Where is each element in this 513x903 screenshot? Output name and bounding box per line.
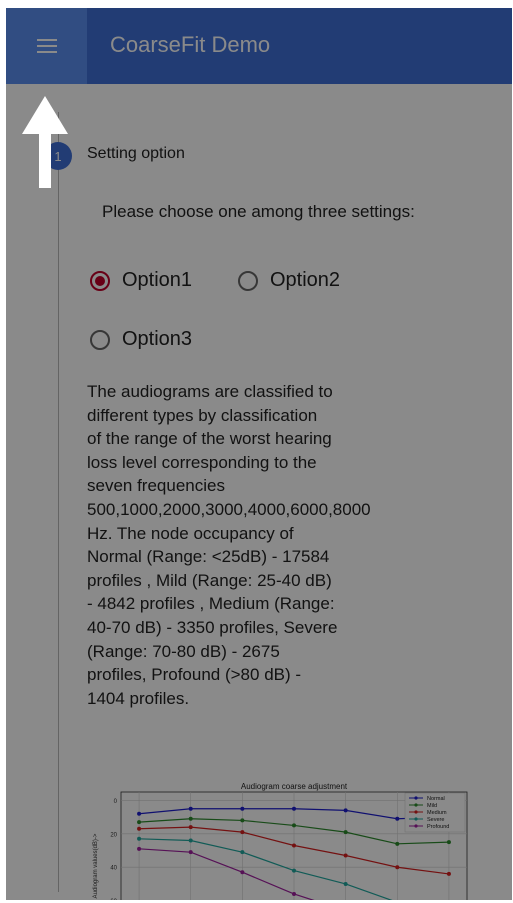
description-line: of the range of the worst hearing: [87, 429, 332, 449]
data-point-mild: [446, 840, 451, 845]
app-title: CoarseFit Demo: [110, 32, 271, 57]
data-point-normal: [188, 806, 193, 811]
data-point-severe: [292, 868, 296, 873]
data-point-mild: [240, 818, 245, 823]
audiogram-chart-svg: Audiogram coarse adjustment 0 20 40 60 Audiog…: [93, 782, 468, 900]
legend-marker: [414, 824, 418, 828]
y-tick-label: 40: [110, 866, 117, 872]
legend-marker: [414, 810, 418, 814]
description-line: profiles , Mild (Range: 25-40 dB): [87, 570, 332, 590]
data-point-profound: [240, 870, 245, 875]
legend-marker: [414, 803, 418, 807]
data-point-profound: [137, 846, 142, 851]
y-tick-label: 0: [114, 799, 118, 805]
legend-marker: [414, 817, 418, 821]
data-point-severe: [137, 836, 142, 841]
radio-option3[interactable]: Option3: [90, 328, 192, 351]
data-point-medium: [343, 853, 348, 858]
radio-option2[interactable]: Option2: [238, 269, 340, 292]
data-point-profound: [292, 891, 296, 896]
description-line: Normal (Range: <25dB) - 17584: [87, 547, 330, 567]
radio-unchecked-icon[interactable]: [90, 329, 110, 350]
audiogram-chart: Audiogram coarse adjustment 0 20 40 60 Audiog…: [87, 780, 475, 900]
radio-option1[interactable]: Option1: [90, 269, 192, 292]
data-point-medium: [137, 826, 142, 831]
description-line: seven frequencies: [87, 476, 225, 496]
description-line: 1404 profiles.: [87, 688, 190, 708]
radio-unchecked-icon[interactable]: [238, 270, 258, 291]
description-line: - 4842 profiles , Medium (Range:: [87, 594, 335, 614]
data-point-mild: [395, 841, 400, 846]
data-point-medium: [395, 865, 400, 870]
y-tick-label: 60: [110, 899, 117, 900]
data-point-medium: [446, 871, 451, 876]
legend-label: Normal: [427, 796, 445, 802]
data-point-normal: [137, 811, 142, 816]
description-line: loss level corresponding to the: [87, 452, 317, 472]
menu-button[interactable]: [6, 8, 87, 84]
legend-label: Profound: [427, 824, 449, 830]
description-line: 500,1000,2000,3000,4000,6000,8000: [87, 499, 371, 519]
app-bar: CoarseFit Demo: [6, 8, 512, 84]
description-line: The audiograms are classified to: [87, 382, 333, 401]
app-frame: CoarseFit Demo 1 Setting option Please c…: [6, 8, 512, 900]
data-point-mild: [292, 823, 296, 828]
radio-label[interactable]: Option2: [270, 269, 340, 292]
legend-label: Mild: [427, 803, 437, 809]
radio-label[interactable]: Option1: [122, 269, 192, 292]
description-line: 40-70 dB) - 3350 profiles, Severe: [87, 617, 338, 637]
hamburger-menu-icon: [36, 39, 57, 53]
data-point-mild: [343, 830, 348, 835]
data-point-profound: [188, 850, 193, 855]
description-line: profiles, Profound (>80 dB) -: [87, 665, 302, 685]
y-tick-label: 20: [110, 832, 117, 838]
legend-label: Medium: [427, 810, 447, 816]
data-point-severe: [343, 881, 348, 886]
data-point-medium: [188, 825, 193, 830]
data-point-medium: [292, 843, 296, 848]
legend-marker: [414, 796, 418, 800]
data-point-normal: [292, 806, 296, 811]
description-line: (Range: 70-80 dB) - 2675: [87, 641, 280, 661]
up-arrow-icon: [22, 96, 68, 188]
data-point-mild: [188, 816, 193, 821]
step-title[interactable]: Setting option: [87, 145, 185, 163]
instruction-text: Please choose one among three settings:: [102, 202, 415, 221]
data-point-medium: [240, 830, 245, 835]
radio-label[interactable]: Option3: [122, 328, 192, 351]
description-line: different types by classification: [87, 405, 318, 425]
chart-title: Audiogram coarse adjustment: [241, 782, 348, 791]
stepper-line: [58, 112, 59, 892]
data-point-normal: [395, 816, 400, 821]
data-point-severe: [240, 850, 245, 855]
description-line: Hz. The node occupancy of: [87, 523, 294, 543]
description-text: The audiograms are classified to differe…: [87, 380, 447, 710]
y-axis-label: Audiogram values(dB)->: [93, 833, 99, 898]
data-point-severe: [188, 838, 193, 843]
data-point-normal: [343, 808, 348, 813]
data-point-normal: [240, 806, 245, 811]
data-point-mild: [137, 820, 142, 825]
radio-checked-icon[interactable]: [90, 270, 110, 291]
legend-label: Severe: [427, 817, 444, 823]
